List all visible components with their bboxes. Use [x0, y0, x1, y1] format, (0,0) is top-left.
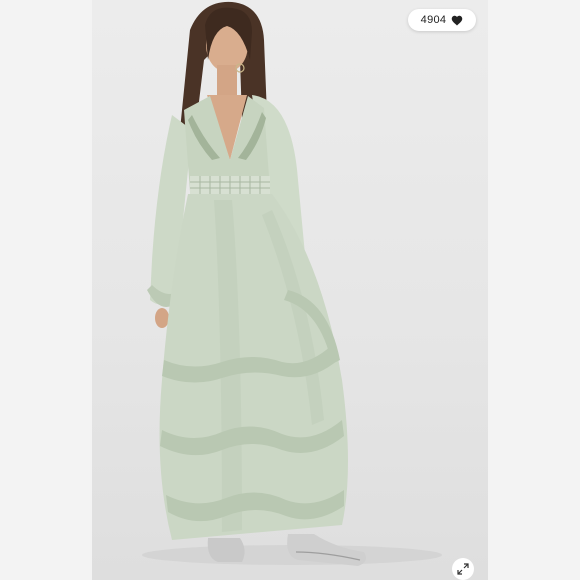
- expand-button[interactable]: [452, 558, 474, 580]
- heart-icon: [452, 15, 463, 25]
- right-padding: [488, 0, 580, 580]
- left-padding: [0, 0, 92, 580]
- product-photo[interactable]: [92, 0, 488, 580]
- expand-icon: [457, 563, 469, 575]
- like-button[interactable]: 4904: [408, 9, 476, 31]
- product-photo-illustration: [142, 1, 442, 566]
- like-count: 4904: [420, 14, 447, 26]
- listing-image-viewer: 4904: [0, 0, 580, 580]
